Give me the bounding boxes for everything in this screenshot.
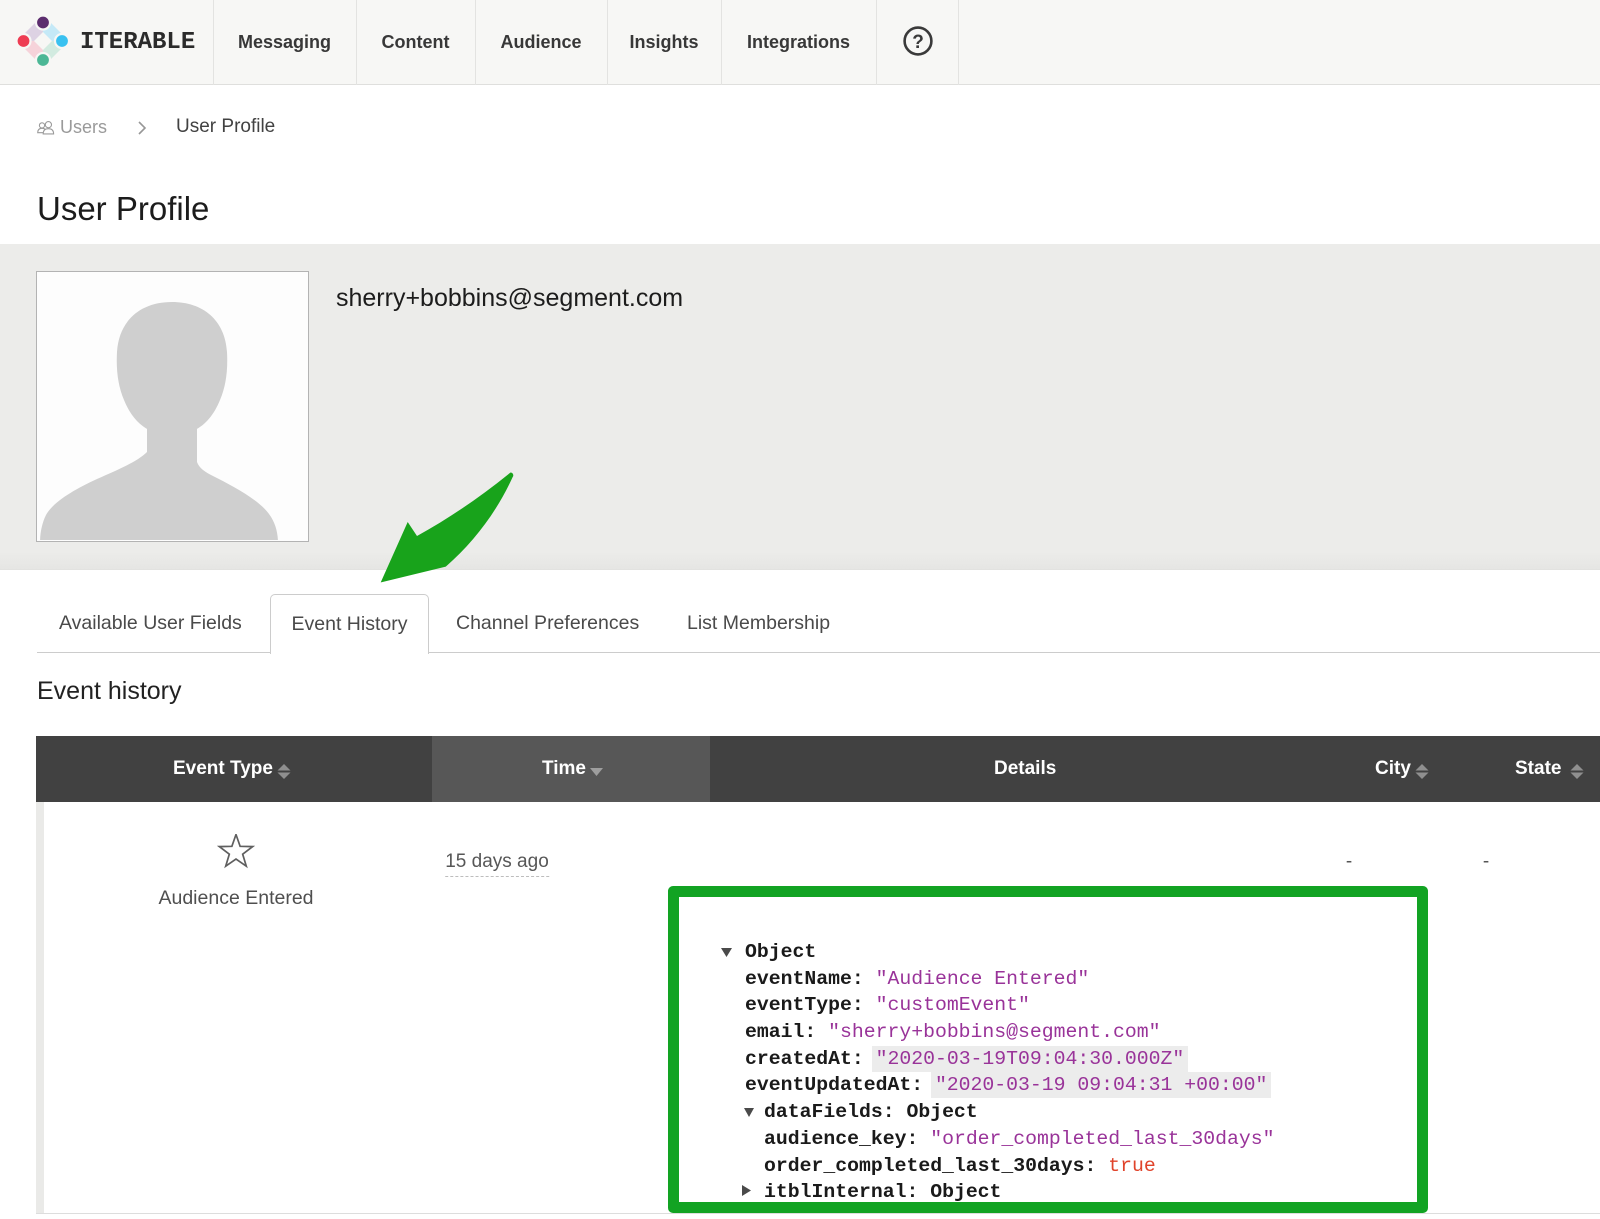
svg-text:?: ? xyxy=(912,32,924,53)
